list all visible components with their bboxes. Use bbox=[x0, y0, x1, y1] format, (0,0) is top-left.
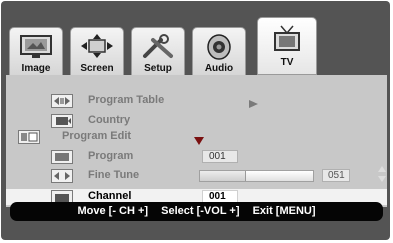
program-table-icon bbox=[51, 94, 73, 108]
program-label: Program bbox=[88, 150, 134, 162]
tab-image[interactable]: Image bbox=[9, 27, 63, 79]
fine-tune-label: Fine Tune bbox=[88, 169, 140, 181]
tab-image-label: Image bbox=[21, 63, 51, 74]
program-edit-icon bbox=[18, 130, 40, 144]
menu-tab-bar: Image Screen Setup Audio TV bbox=[5, 15, 388, 79]
tools-icon bbox=[141, 34, 175, 65]
menu-item-program-table[interactable]: Program Table bbox=[6, 93, 387, 109]
help-exit: Exit [MENU] bbox=[252, 205, 316, 217]
tab-tv-label: TV bbox=[280, 57, 294, 68]
tab-tv[interactable]: TV bbox=[257, 17, 317, 75]
tab-audio[interactable]: Audio bbox=[192, 27, 246, 79]
fine-tune-slider[interactable] bbox=[199, 170, 314, 182]
program-icon bbox=[51, 150, 73, 164]
country-icon bbox=[51, 114, 73, 128]
menu-item-fine-tune[interactable]: Fine Tune 051 bbox=[6, 168, 387, 184]
speaker-icon bbox=[202, 34, 236, 65]
help-select: Select [-VOL +] bbox=[161, 205, 240, 217]
arrows-icon bbox=[80, 34, 114, 65]
program-edit-label: Program Edit bbox=[62, 130, 132, 142]
tab-setup-label: Setup bbox=[144, 63, 172, 74]
tab-screen[interactable]: Screen bbox=[70, 27, 124, 79]
scroll-updown-icon[interactable] bbox=[378, 166, 386, 187]
tab-screen-label: Screen bbox=[80, 63, 114, 74]
osd-menu-window: Image Screen Setup Audio TV Program Tabl… bbox=[1, 1, 390, 240]
fine-tune-slider-fill bbox=[200, 171, 247, 181]
tv-icon bbox=[270, 24, 304, 59]
monitor-icon bbox=[19, 34, 53, 65]
tv-settings-panel: Program Table Country Program Edit Progr… bbox=[6, 75, 387, 207]
help-bar: Move [- CH +] Select [-VOL +] Exit [MENU… bbox=[10, 202, 383, 221]
program-table-label: Program Table bbox=[88, 94, 165, 106]
channel-label: Channel bbox=[88, 190, 132, 202]
menu-item-country[interactable]: Country bbox=[6, 113, 387, 129]
tab-audio-label: Audio bbox=[204, 63, 234, 74]
program-value[interactable]: 001 bbox=[202, 150, 238, 163]
tab-setup[interactable]: Setup bbox=[131, 27, 185, 79]
help-move: Move [- CH +] bbox=[77, 205, 149, 217]
fine-tune-value: 051 bbox=[322, 169, 350, 182]
menu-item-program[interactable]: Program 001 bbox=[6, 149, 387, 165]
country-label: Country bbox=[88, 114, 131, 126]
fine-tune-icon bbox=[51, 169, 73, 183]
menu-item-program-edit[interactable]: Program Edit bbox=[6, 129, 387, 145]
submenu-arrow-icon bbox=[249, 96, 259, 114]
